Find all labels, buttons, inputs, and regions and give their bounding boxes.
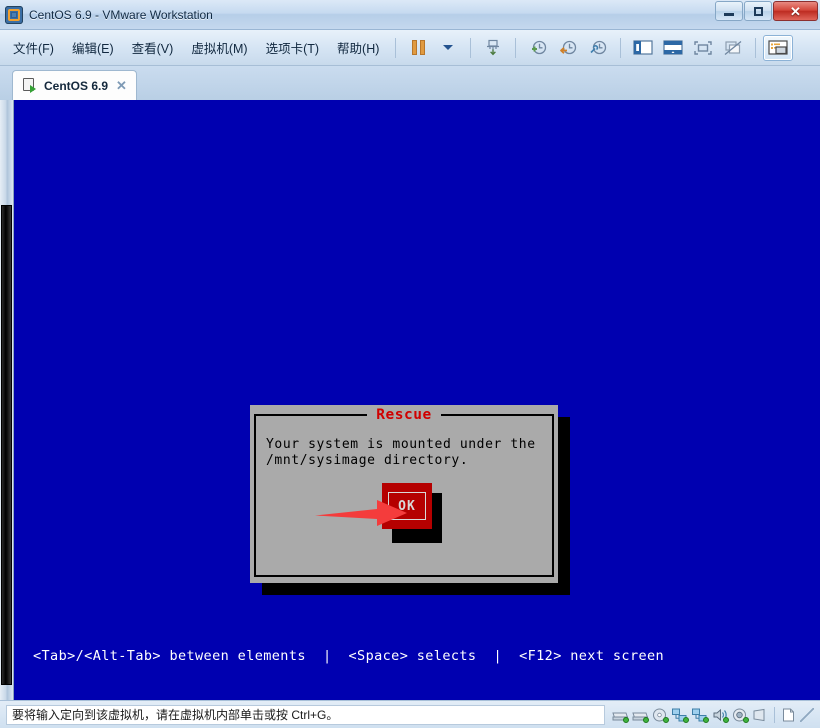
ok-button[interactable]: OK <box>382 483 432 529</box>
snapshot-manage-icon <box>590 40 607 54</box>
snapshot-revert-icon <box>560 40 577 54</box>
menu-file[interactable]: 文件(F) <box>4 34 63 61</box>
resize-grip[interactable] <box>800 707 814 722</box>
restore-button[interactable] <box>744 1 772 21</box>
vm-console-area[interactable]: Rescue Your system is mounted under the … <box>0 100 820 700</box>
tab-label: CentOS 6.9 <box>44 78 109 93</box>
dialog-body: Rescue Your system is mounted under the … <box>250 405 558 583</box>
menu-bar: 文件(F) 编辑(E) 查看(V) 虚拟机(M) 选项卡(T) 帮助(H) <box>0 30 820 66</box>
dialog-message-line-2: /mnt/sysimage directory. <box>266 453 469 468</box>
menu-tabs[interactable]: 选项卡(T) <box>257 34 328 61</box>
tab-close-icon[interactable]: ✕ <box>114 79 129 92</box>
vmware-icon <box>5 5 23 24</box>
minimize-button[interactable] <box>715 1 743 21</box>
dialog-title: Rescue <box>367 407 441 423</box>
vm-guest-screen[interactable]: Rescue Your system is mounted under the … <box>15 100 820 700</box>
window-controls: ✕ <box>714 1 818 21</box>
send-ctrl-alt-del-button[interactable] <box>478 35 508 61</box>
usb-device-icon[interactable] <box>751 707 769 723</box>
vmware-workstation-window: CentOS 6.9 - VMware Workstation ✕ 文件(F) … <box>0 0 820 728</box>
show-console-view-button[interactable] <box>658 35 688 61</box>
camera-icon[interactable] <box>731 707 749 723</box>
menu-help[interactable]: 帮助(H) <box>328 34 388 61</box>
thumbnail-bar-icon <box>768 39 788 55</box>
vm-help-line: <Tab>/<Alt-Tab> between elements | <Spac… <box>33 648 665 664</box>
menu-vm[interactable]: 虚拟机(M) <box>182 34 256 61</box>
status-device-icons <box>611 706 820 723</box>
printer-icon[interactable] <box>780 707 798 723</box>
title-bar: CentOS 6.9 - VMware Workstation ✕ <box>0 0 820 30</box>
cd-dvd-icon[interactable] <box>651 707 669 723</box>
toolbar-divider <box>395 37 397 58</box>
status-divider <box>774 706 775 723</box>
enter-fullscreen-button[interactable] <box>688 35 718 61</box>
status-message: 要将输入定向到该虚拟机，请在虚拟机内部单击或按 Ctrl+G。 <box>6 704 605 725</box>
toolbar-divider-4 <box>620 37 622 58</box>
vm-running-icon <box>22 77 38 94</box>
network-adapter-2-icon[interactable] <box>691 707 709 723</box>
close-icon: ✕ <box>790 3 801 19</box>
take-snapshot-button[interactable] <box>523 35 553 61</box>
window-title: CentOS 6.9 - VMware Workstation <box>29 7 213 22</box>
vm-tab-bar: CentOS 6.9 ✕ <box>0 66 820 100</box>
sidebar-panel-icon <box>633 39 653 55</box>
fullscreen-icon <box>694 40 713 55</box>
show-thumbnail-bar-button[interactable] <box>763 34 794 61</box>
console-view-icon <box>663 39 683 55</box>
send-key-icon <box>487 39 500 55</box>
hard-disk-2-icon[interactable] <box>631 707 649 723</box>
toolbar-divider-5 <box>755 37 757 58</box>
revert-snapshot-button[interactable] <box>553 35 583 61</box>
manage-snapshots-button[interactable] <box>583 35 613 61</box>
unity-mode-button[interactable] <box>718 35 748 61</box>
menu-view[interactable]: 查看(V) <box>123 34 183 61</box>
network-adapter-1-icon[interactable] <box>671 707 689 723</box>
hard-disk-1-icon[interactable] <box>611 707 629 723</box>
scrollbar-thumb[interactable] <box>1 205 12 685</box>
pause-icon <box>411 40 425 55</box>
power-dropdown-button[interactable] <box>433 35 463 61</box>
vm-vertical-scrollbar[interactable] <box>0 100 14 700</box>
ok-button-wrap: OK <box>382 483 444 545</box>
dialog-title-bar: Rescue <box>250 406 558 423</box>
chevron-down-icon <box>443 45 454 50</box>
show-library-button[interactable] <box>628 35 658 61</box>
rescue-dialog: Rescue Your system is mounted under the … <box>250 405 570 595</box>
toolbar-divider-2 <box>470 37 472 58</box>
menu-edit[interactable]: 编辑(E) <box>63 34 123 61</box>
toolbar-divider-3 <box>515 37 517 58</box>
ok-button-focus-frame: OK <box>388 492 426 520</box>
dialog-message-line-1: Your system is mounted under the <box>266 437 536 452</box>
status-bar: 要将输入定向到该虚拟机，请在虚拟机内部单击或按 Ctrl+G。 <box>0 700 820 728</box>
close-button[interactable]: ✕ <box>773 1 818 21</box>
ok-button-label: OK <box>398 498 416 514</box>
tab-centos-69[interactable]: CentOS 6.9 ✕ <box>12 70 137 100</box>
sound-card-icon[interactable] <box>711 707 729 723</box>
unity-mode-icon <box>724 40 742 55</box>
snapshot-add-icon <box>532 40 547 54</box>
pause-button[interactable] <box>403 35 433 61</box>
